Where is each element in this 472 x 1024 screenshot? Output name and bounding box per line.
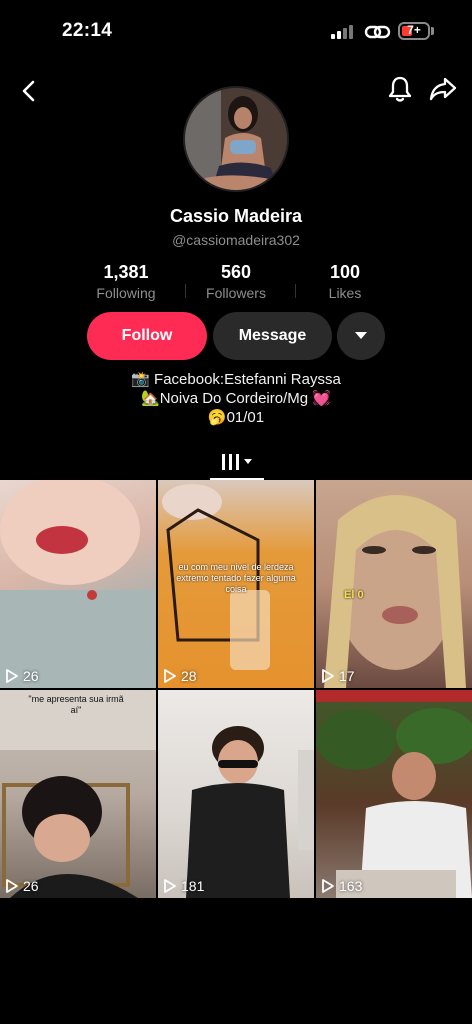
video-caption: El 0 — [344, 589, 364, 601]
battery-tip — [431, 27, 434, 35]
view-count-value: 17 — [339, 668, 355, 684]
bio: 📸 Facebook:Estefanni Rayssa 🏡Noiva Do Co… — [0, 370, 472, 427]
video-thumbnail[interactable]: eu com meu nivel de lerdeza extremo tent… — [158, 480, 314, 688]
view-count: 26 — [6, 878, 39, 894]
bio-line: 🥱01/01 — [207, 409, 265, 426]
display-name: Cassio Madeira — [169, 206, 303, 226]
view-count: 181 — [164, 878, 204, 894]
stat-following[interactable]: 1,381 Following — [76, 262, 176, 301]
view-count: 17 — [322, 668, 355, 684]
following-label: Following — [96, 285, 156, 301]
followers-label: Followers — [206, 285, 266, 301]
tab-videos[interactable] — [210, 448, 266, 480]
thumbnail-image — [316, 690, 472, 898]
caret-down-icon — [355, 332, 367, 339]
status-bar: 22:14 7+ — [0, 0, 472, 62]
message-button[interactable]: Message — [213, 312, 332, 360]
username: @cassiomadeira302 — [172, 232, 300, 248]
chevron-left-icon — [22, 80, 35, 102]
play-icon — [322, 879, 334, 893]
likes-label: Likes — [328, 285, 362, 301]
play-icon — [322, 669, 334, 683]
view-count-value: 28 — [181, 668, 197, 684]
share-button[interactable] — [426, 72, 460, 106]
bio-line: 🏡Noiva Do Cordeiro/Mg 💓 — [141, 390, 331, 407]
play-icon — [6, 669, 18, 683]
likes-count: 100 — [329, 262, 361, 282]
followers-count: 560 — [220, 262, 252, 282]
stat-likes[interactable]: 100 Likes — [295, 262, 395, 301]
share-arrow-icon — [429, 77, 457, 101]
video-caption: "me apresenta sua irmã aí" — [28, 694, 124, 715]
view-count: 28 — [164, 668, 197, 684]
notification-button[interactable] — [384, 72, 416, 106]
video-caption: eu com meu nivel de lerdeza extremo tent… — [176, 562, 296, 594]
thumbnail-image — [186, 726, 314, 898]
video-thumbnail[interactable]: 181 — [158, 690, 314, 898]
video-thumbnail[interactable]: 163 — [316, 690, 472, 898]
thumbnail-image — [324, 490, 466, 688]
play-icon — [164, 669, 176, 683]
signal-icon — [331, 25, 357, 39]
link-icon — [364, 22, 392, 42]
video-thumbnail[interactable]: "me apresenta sua irmã aí" 26 — [0, 690, 156, 898]
more-options-button[interactable] — [337, 312, 385, 360]
bell-icon — [388, 76, 412, 102]
avatar-image — [185, 88, 287, 190]
content-tab-bar — [0, 444, 472, 480]
video-thumbnail[interactable]: 26 — [0, 480, 156, 688]
view-count: 26 — [6, 668, 39, 684]
bio-line: 📸 Facebook:Estefanni Rayssa — [131, 371, 341, 388]
back-button[interactable] — [12, 74, 46, 108]
status-time: 22:14 — [62, 20, 113, 41]
stat-followers[interactable]: 560 Followers — [186, 262, 286, 301]
thumbnail-image — [0, 480, 156, 688]
video-thumbnail[interactable]: El 0 17 — [316, 480, 472, 688]
view-count-value: 181 — [181, 878, 205, 894]
grid-icon — [222, 454, 252, 470]
play-icon — [164, 879, 176, 893]
play-icon — [6, 879, 18, 893]
battery-icon: 7+ — [398, 22, 430, 40]
view-count-value: 26 — [23, 668, 39, 684]
follow-button[interactable]: Follow — [87, 312, 207, 360]
view-count-value: 163 — [339, 878, 363, 894]
profile-avatar[interactable] — [183, 86, 289, 192]
battery-level: 7+ — [407, 23, 421, 37]
thumbnail-image — [0, 690, 156, 898]
following-count: 1,381 — [103, 262, 149, 282]
view-count: 163 — [322, 878, 362, 894]
view-count-value: 26 — [23, 878, 39, 894]
